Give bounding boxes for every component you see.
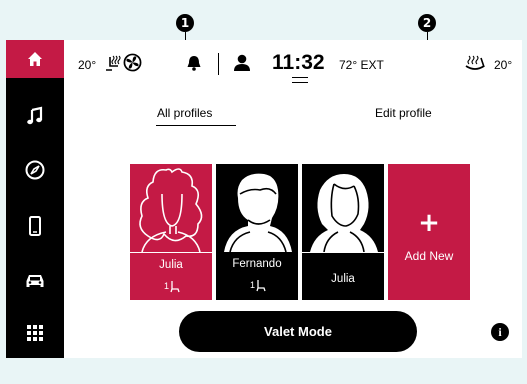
clock[interactable]: 11:32 <box>272 51 325 75</box>
home-icon <box>28 52 42 66</box>
profile-name: Fernando <box>232 258 282 270</box>
plus-icon: + <box>418 208 440 238</box>
profile-card-fernando[interactable]: Fernando 1 <box>216 164 298 300</box>
profile-info: Julia <box>302 252 384 301</box>
profile-avatar <box>139 168 203 253</box>
sidebar-item-phone[interactable] <box>6 207 64 245</box>
phone-icon <box>29 216 41 236</box>
profile-info: Fernando 1 <box>216 252 298 300</box>
tab-edit-profile[interactable]: Edit profile <box>375 106 432 120</box>
tab-selected-underline <box>156 125 236 126</box>
heated-steering-icon[interactable] <box>465 54 485 72</box>
apps-grid-icon <box>27 325 43 341</box>
fan-icon[interactable] <box>123 53 142 72</box>
profile-card-julia-active[interactable]: Julia 1 <box>130 164 212 300</box>
valet-mode-button[interactable]: Valet Mode <box>179 311 417 352</box>
infotainment-screen: 20° 11:32 72° EXT 20° All profiles Edit … <box>6 40 522 358</box>
callout-1: 1 <box>176 14 194 32</box>
seat-memory-number: 1 <box>250 280 256 290</box>
music-icon <box>27 106 43 125</box>
right-temperature[interactable]: 20° <box>494 58 512 72</box>
info-icon[interactable]: i <box>491 323 509 341</box>
sidebar-item-home[interactable] <box>6 40 64 78</box>
profile-card-julia[interactable]: Julia <box>302 164 384 300</box>
sidebar-item-vehicle[interactable] <box>6 262 64 300</box>
profile-name: Julia <box>331 273 355 285</box>
heated-seat-icon[interactable] <box>104 54 122 72</box>
compass-icon <box>25 160 45 180</box>
sidebar-item-media[interactable] <box>6 97 64 135</box>
seat-memory-number: 1 <box>164 281 170 291</box>
seat-icon <box>256 280 266 292</box>
left-temperature[interactable]: 20° <box>78 58 96 72</box>
status-divider <box>218 53 219 75</box>
profile-avatar <box>310 174 378 253</box>
profile-info: Julia 1 <box>130 252 212 301</box>
sidebar-item-apps[interactable] <box>6 314 64 352</box>
user-icon[interactable] <box>234 54 250 71</box>
profile-avatar <box>224 173 292 253</box>
seat-icon <box>170 281 180 293</box>
sidebar-item-navigation[interactable] <box>6 151 64 189</box>
bell-icon[interactable] <box>187 55 201 71</box>
exterior-temperature: 72° EXT <box>339 58 384 72</box>
tab-all-profiles[interactable]: All profiles <box>157 106 212 120</box>
callout-2: 2 <box>418 14 436 32</box>
car-icon <box>26 275 44 287</box>
profile-name: Julia <box>159 259 183 271</box>
add-new-label: Add New <box>404 249 454 263</box>
clock-underline <box>292 77 308 83</box>
sidebar <box>6 40 64 358</box>
add-new-profile-button[interactable]: + Add New <box>388 164 470 300</box>
